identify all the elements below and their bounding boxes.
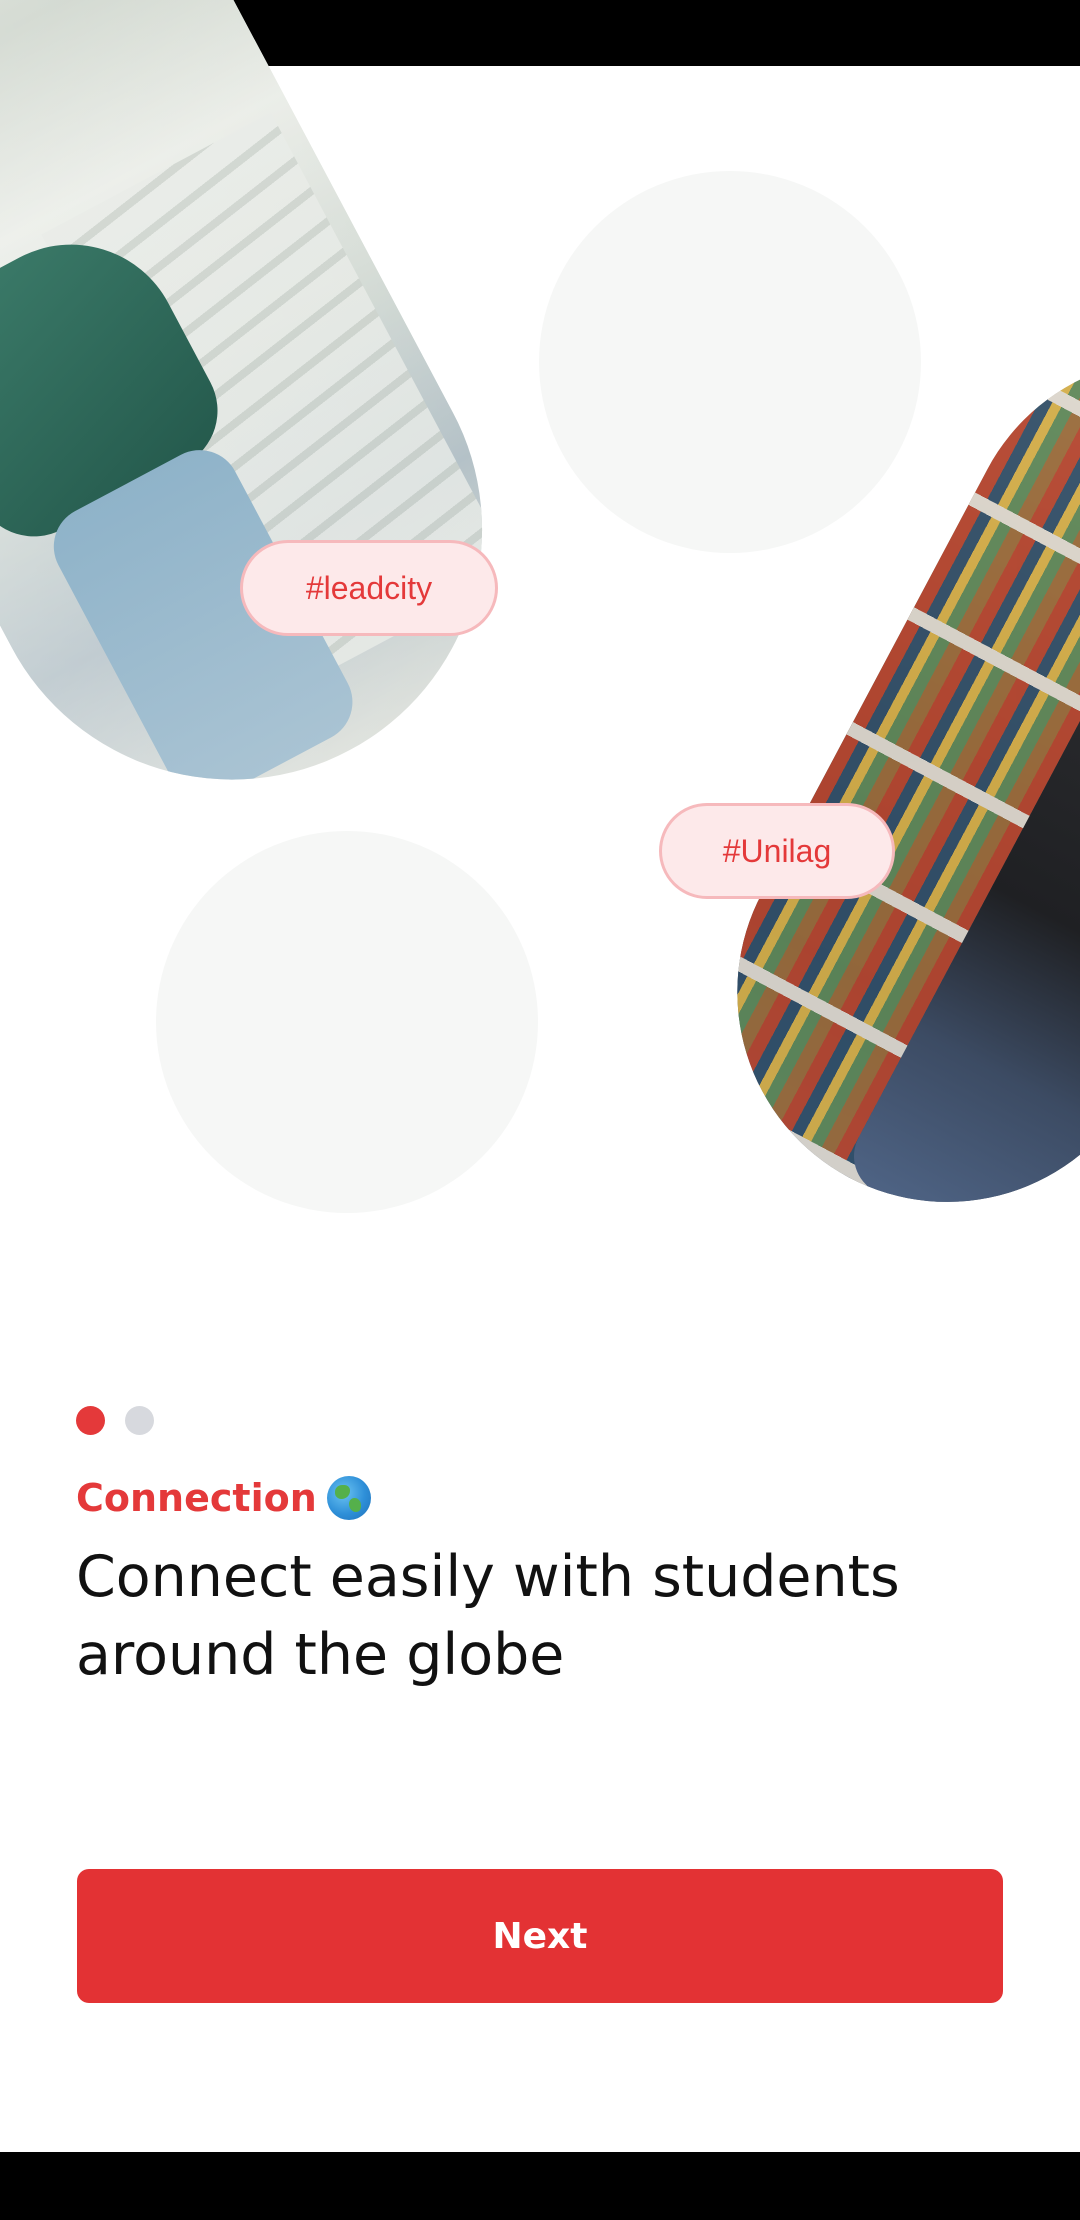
next-button[interactable]: Next <box>77 1869 1003 2003</box>
eyebrow-label: Connection <box>76 1476 317 1520</box>
home-indicator[interactable] <box>391 2019 689 2031</box>
onboarding-eyebrow: Connection <box>76 1476 371 1520</box>
onboarding-headline: Connect easily with students around the … <box>76 1544 900 1688</box>
globe-icon <box>326 1476 371 1520</box>
navigation-bar <box>0 2152 1080 2220</box>
decorative-circle-bottom <box>156 831 538 1213</box>
page-dot-active <box>76 1406 105 1435</box>
decorative-circle-top <box>539 171 921 553</box>
tag-leadcity: #leadcity <box>240 540 498 636</box>
page-indicator <box>76 1406 154 1435</box>
page-dot-inactive <box>125 1406 154 1435</box>
student-photo-left <box>0 0 571 868</box>
tag-unilag: #Unilag <box>659 803 895 899</box>
